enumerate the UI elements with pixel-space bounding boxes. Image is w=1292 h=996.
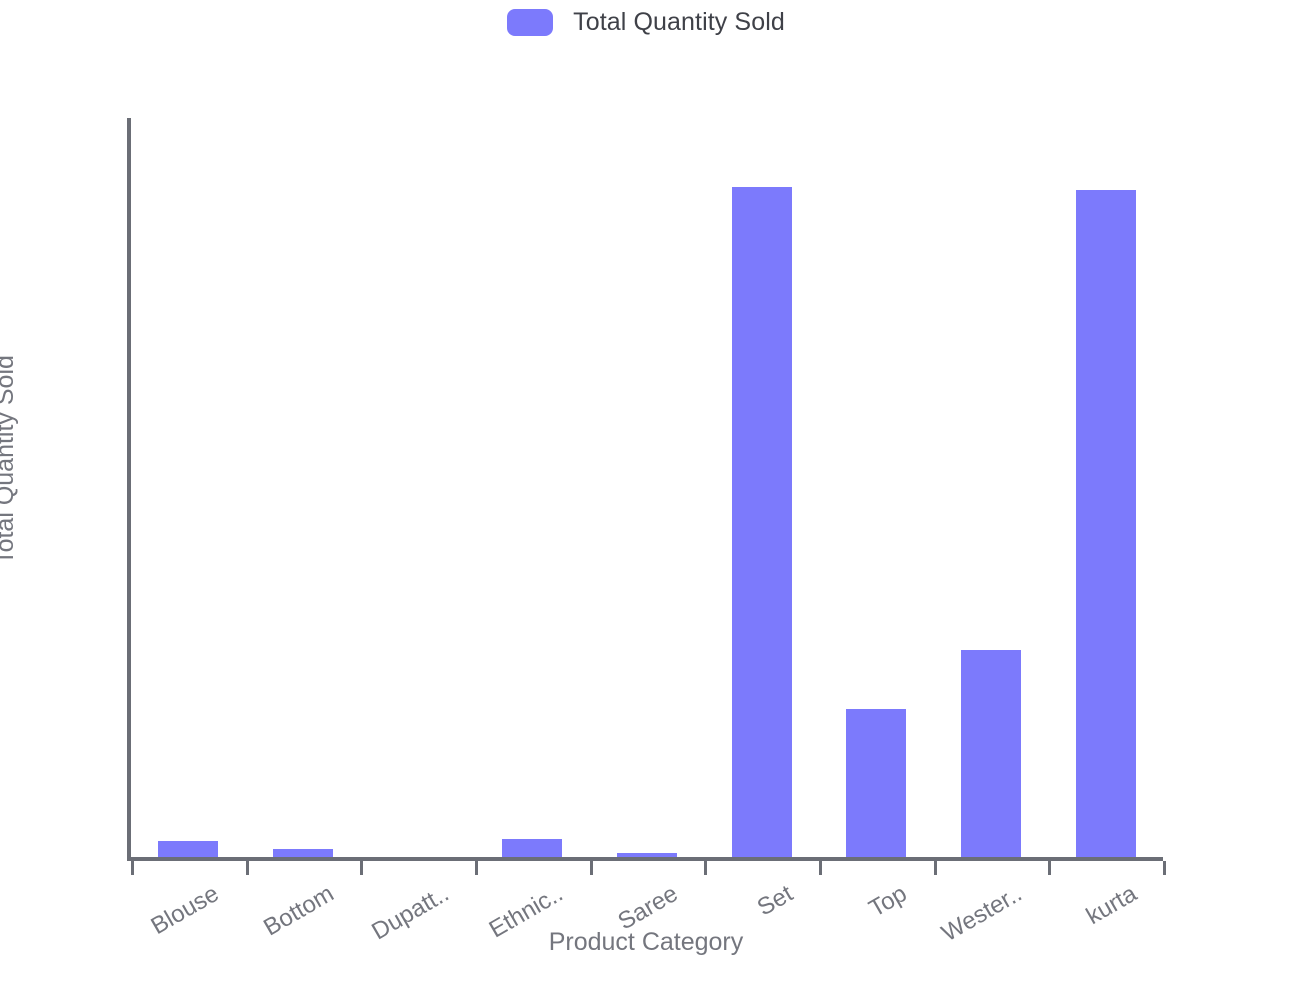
legend-color-swatch-icon	[507, 9, 554, 36]
x-axis-tick-mark	[245, 861, 249, 875]
bar[interactable]	[846, 709, 907, 857]
x-axis-tick-mark	[1048, 861, 1052, 875]
bar-slot	[590, 118, 705, 857]
bar[interactable]	[731, 187, 792, 857]
bar[interactable]	[158, 840, 219, 857]
bars-layer	[131, 118, 1163, 857]
bar-slot	[246, 118, 361, 857]
bar[interactable]	[1075, 190, 1136, 857]
x-axis-tick-mark	[131, 861, 134, 875]
bar-slot	[704, 118, 819, 857]
x-axis-tick-mark	[475, 861, 478, 875]
bar-slot	[1048, 118, 1163, 857]
bar-slot	[819, 118, 934, 857]
plot-area: 010k20k30k40k50k BlouseBottomDupatt..Eth…	[127, 118, 1166, 947]
y-axis-title: Total Quantity Sold	[0, 355, 19, 565]
bar-slot	[475, 118, 590, 857]
x-axis-title: Product Category	[548, 928, 744, 956]
legend-item-label: Total Quantity Sold	[573, 8, 785, 36]
x-axis-tick-mark	[704, 861, 708, 875]
legend-item-total-quantity-sold[interactable]: Total Quantity Sold	[507, 8, 785, 37]
x-axis-tick-mark	[819, 861, 822, 875]
x-axis-tick-label: Set	[752, 880, 798, 922]
x-axis-tick-label: Top	[864, 880, 912, 923]
bar-chart: Total Quantity Sold 010k20k30k40k50k Blo…	[0, 0, 1292, 996]
x-axis-tick-label: kurta	[1081, 880, 1142, 931]
bar-slot	[131, 118, 246, 857]
bar[interactable]	[616, 853, 677, 857]
bar-slot	[360, 118, 475, 857]
x-axis-tick-mark	[933, 861, 937, 875]
x-axis-tick-mark	[1163, 861, 1166, 875]
x-axis-tick-mark	[360, 861, 364, 875]
bar[interactable]	[960, 650, 1021, 857]
bar[interactable]	[502, 839, 563, 857]
bar-slot	[934, 118, 1049, 857]
x-axis-tick-mark	[589, 861, 593, 875]
x-axis-line	[127, 857, 1163, 861]
bar[interactable]	[272, 848, 333, 857]
chart-legend: Total Quantity Sold	[0, 8, 1292, 37]
